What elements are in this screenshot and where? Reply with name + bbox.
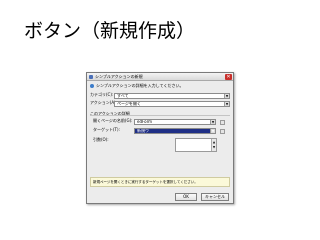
edit-page-button[interactable]: [220, 120, 225, 125]
cancel-button[interactable]: キャンセル: [201, 193, 229, 201]
target-frame-value: 新規ウ: [137, 128, 149, 133]
spinner-down-icon[interactable]: ▼: [211, 144, 216, 151]
details-separator: [90, 115, 230, 116]
dialog-title: シンプルアクションの新規: [95, 74, 143, 79]
category-label: カテゴリ(C):: [90, 92, 114, 97]
chevron-down-icon: ▼: [224, 102, 229, 106]
chevron-down-icon: ▼: [224, 94, 229, 98]
description-text: 新規ページを開くときに実行するターゲットを選択してください。: [93, 180, 198, 184]
info-text: シンプルアクションの詳細を入力してください。: [96, 83, 184, 88]
action-value: ページを開く: [117, 101, 141, 106]
action-select[interactable]: ページを開く ▼: [114, 101, 230, 107]
description-box: 新規ページを開くときに実行するターゲットを選択してください。: [90, 177, 230, 187]
info-icon: [90, 84, 94, 88]
details-heading: このアクションの詳細: [90, 111, 130, 116]
ok-button[interactable]: OK: [175, 193, 197, 201]
category-value: すべて: [117, 93, 129, 98]
page-to-open-value: edForm: [137, 119, 153, 124]
close-icon[interactable]: ✕: [225, 74, 232, 80]
new-simple-action-dialog: シンプルアクションの新規 ✕ シンプルアクションの詳細を入力してください。 カテ…: [86, 72, 234, 204]
dialog-titlebar: シンプルアクションの新規 ✕: [87, 73, 233, 81]
category-select[interactable]: すべて ▼: [114, 93, 230, 99]
info-banner: シンプルアクションの詳細を入力してください。: [90, 83, 210, 89]
page-to-open-select[interactable]: edForm ▼: [134, 119, 216, 125]
chevron-down-icon: ▼: [210, 129, 215, 133]
target-frame-select[interactable]: 新規ウ ▼: [134, 128, 216, 134]
page-to-open-label: 開くページの名前(G):: [93, 118, 133, 123]
action-label: アクション(A):: [90, 100, 118, 105]
slide-title: ボタン（新規作成）: [24, 20, 196, 42]
options-field[interactable]: ▲ ▼: [175, 138, 217, 152]
edit-target-button[interactable]: [220, 129, 225, 134]
options-label: 引数(O):: [93, 137, 109, 142]
chevron-down-icon: ▼: [210, 120, 215, 124]
app-icon: [89, 75, 93, 79]
target-frame-label: ターゲット(T):: [93, 127, 120, 132]
